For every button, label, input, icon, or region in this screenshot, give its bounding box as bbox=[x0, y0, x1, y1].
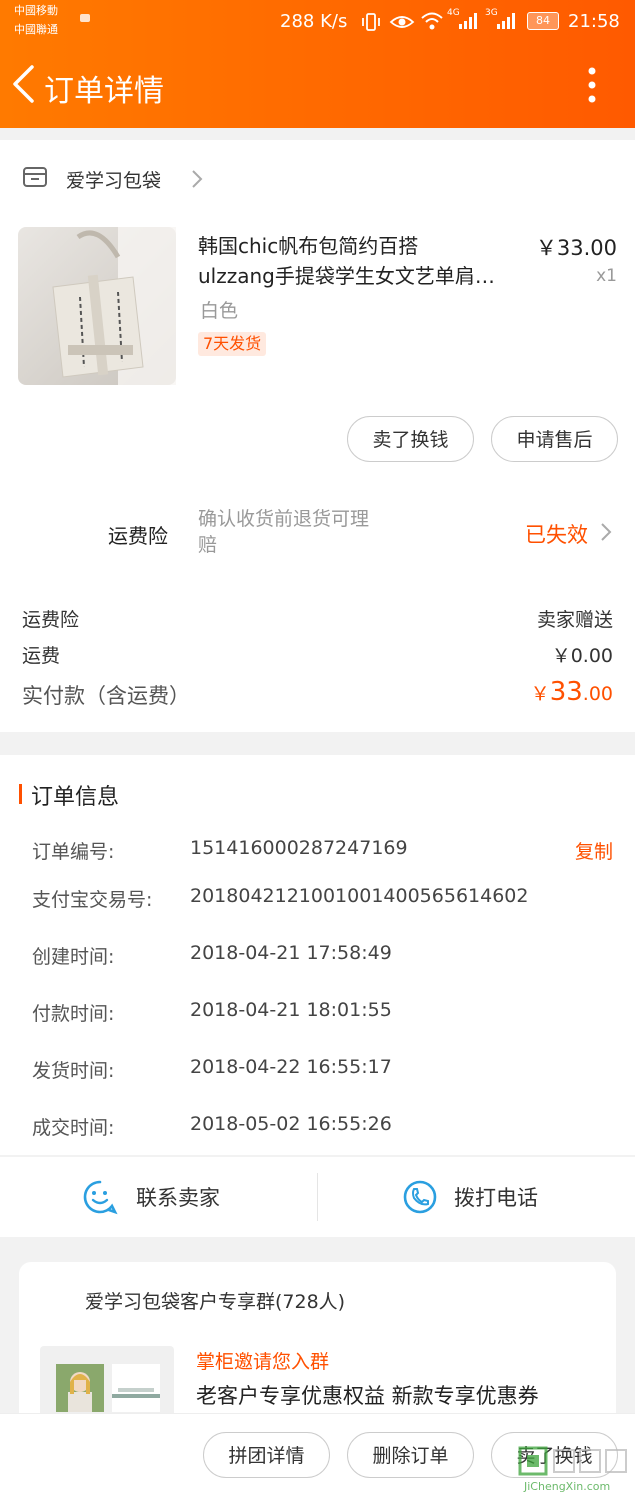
section-accent-bar bbox=[19, 784, 22, 804]
product-title-line1[interactable]: 韩国chic帆布包简约百搭 bbox=[198, 230, 418, 259]
order-info-label: 支付宝交易号: bbox=[32, 889, 153, 911]
eye-icon bbox=[389, 16, 415, 28]
paid-integer: 33 bbox=[549, 677, 583, 707]
insurance-desc-line1: 确认收货前退货可理 bbox=[198, 508, 370, 530]
insurance-status[interactable]: 已失效 bbox=[525, 519, 588, 549]
shop-icon bbox=[23, 167, 47, 187]
vibrate-icon bbox=[362, 13, 380, 31]
order-info-label: 创建时间: bbox=[32, 946, 115, 968]
shipping-fee-label: 运费 bbox=[22, 645, 61, 667]
group-avatar bbox=[56, 1364, 104, 1412]
watermark-glyphs bbox=[553, 1449, 627, 1473]
chat-bubble-icon bbox=[83, 1180, 118, 1215]
contact-seller-label: 联系卖家 bbox=[136, 1186, 220, 1210]
divider bbox=[317, 1173, 318, 1221]
after-sale-button[interactable]: 申请售后 bbox=[491, 416, 618, 462]
carrier-1: 中國移動 bbox=[14, 4, 58, 17]
shipping-fee-value: ￥0.00 bbox=[551, 645, 613, 667]
order-info-label: 付款时间: bbox=[32, 1003, 115, 1025]
order-info-card: 订单信息 复制 订单编号: 151416000287247169 支付宝交易号: 20… bbox=[0, 755, 635, 1155]
group-invite-text: 掌柜邀请您入群 bbox=[196, 1351, 330, 1373]
group-title: 爱学习包袋客户专享群(728人) bbox=[85, 1291, 346, 1313]
summary-insurance-label: 运费险 bbox=[22, 609, 80, 631]
watermark-logo bbox=[518, 1446, 548, 1476]
contact-seller-button[interactable]: 联系卖家 bbox=[82, 1177, 282, 1217]
group-description: 老客户专享优惠权益 新款专享优惠券 bbox=[196, 1384, 539, 1408]
page-title: 订单详情 bbox=[44, 74, 164, 109]
paid-amount-label: 实付款（含运费） bbox=[22, 684, 190, 708]
group-detail-button[interactable]: 拼团详情 bbox=[203, 1432, 330, 1478]
paid-decimal: .00 bbox=[582, 683, 613, 705]
battery-icon: 84 bbox=[527, 12, 559, 30]
order-info-value: 2018-04-21 17:58:49 bbox=[190, 942, 392, 964]
wifi-icon bbox=[421, 12, 443, 30]
call-phone-label: 拨打电话 bbox=[454, 1186, 538, 1210]
signal-icon-1 bbox=[459, 13, 477, 29]
shipping-time-badge: 7天发货 bbox=[198, 332, 267, 356]
product-title-line2[interactable]: ulzzang手提袋学生女文艺单肩… bbox=[198, 260, 528, 289]
summary-insurance-value: 卖家赠送 bbox=[536, 609, 613, 631]
product-quantity: x1 bbox=[596, 266, 617, 286]
signal-icon-2 bbox=[497, 13, 515, 29]
app-header: 中國移動 中國聯通 288 K/s 4G 3G 84 21:58 订单详情 bbox=[0, 0, 635, 128]
watermark-text: JiChengXin.com bbox=[524, 1480, 611, 1493]
order-info-label: 成交时间: bbox=[32, 1117, 115, 1139]
order-info-label: 发货时间: bbox=[32, 1060, 115, 1082]
insurance-label: 运费险 bbox=[108, 524, 168, 548]
paid-amount: ￥33.00 bbox=[531, 677, 613, 707]
network-speed: 288 K/s bbox=[280, 11, 348, 32]
call-phone-button[interactable]: 拨打电话 bbox=[402, 1177, 602, 1217]
order-info-value: 2018-04-21 18:01:55 bbox=[190, 999, 392, 1021]
chevron-right-icon[interactable] bbox=[190, 168, 204, 190]
chevron-right-icon[interactable] bbox=[599, 521, 613, 543]
order-item-card: 爱学习包袋 韩国chic帆布包简约百搭 ulzzang手提袋学生女文艺单肩… ￥… bbox=[0, 140, 635, 732]
phone-icon bbox=[403, 1180, 437, 1214]
clock: 21:58 bbox=[568, 11, 620, 32]
back-arrow-icon[interactable] bbox=[10, 64, 36, 104]
order-info-value: 151416000287247169 bbox=[190, 837, 408, 859]
sell-item-button[interactable]: 卖了换钱 bbox=[347, 416, 474, 462]
order-info-value: 2018-05-02 16:55:26 bbox=[190, 1113, 392, 1135]
insurance-desc-line2: 赔 bbox=[198, 534, 218, 556]
contact-bar: 联系卖家 拨打电话 bbox=[0, 1157, 635, 1237]
product-image[interactable] bbox=[18, 227, 176, 385]
carrier-2: 中國聯通 bbox=[14, 23, 58, 36]
more-menu-icon[interactable] bbox=[584, 66, 600, 104]
delete-order-button[interactable]: 删除订单 bbox=[347, 1432, 474, 1478]
order-info-label: 订单编号: bbox=[32, 841, 115, 863]
shop-name[interactable]: 爱学习包袋 bbox=[66, 166, 161, 193]
order-info-value: 2018042121001001400565614602 bbox=[190, 885, 529, 907]
notification-icon bbox=[80, 14, 90, 22]
watermark: JiChengXin.com bbox=[518, 1444, 632, 1496]
paid-currency: ￥ bbox=[530, 683, 550, 705]
product-price: ￥33.00 bbox=[535, 236, 617, 260]
group-avatar bbox=[112, 1364, 160, 1412]
order-info-value: 2018-04-22 16:55:17 bbox=[190, 1056, 392, 1078]
product-variant: 白色 bbox=[200, 300, 239, 322]
order-info-title: 订单信息 bbox=[31, 785, 120, 810]
copy-order-number-button[interactable]: 复制 bbox=[575, 837, 613, 864]
